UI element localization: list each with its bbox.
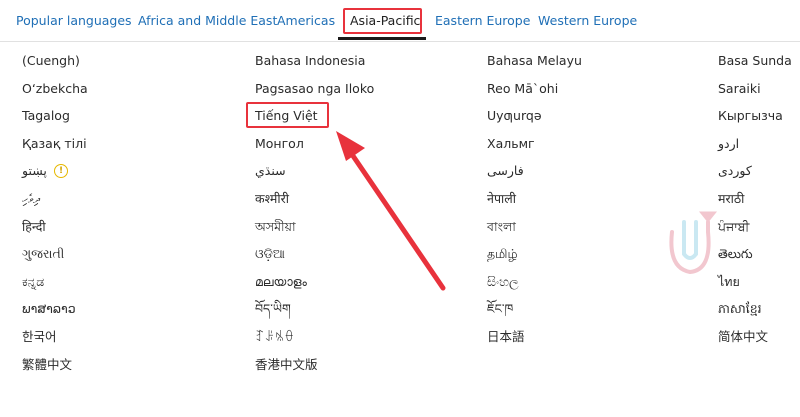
language-item[interactable]: کوردی bbox=[718, 163, 752, 179]
language-item[interactable]: සිංහල bbox=[487, 274, 519, 290]
language-item[interactable]: Reo Mā`ohi bbox=[487, 81, 558, 97]
language-item[interactable]: ភាសាខ្មែរ bbox=[718, 301, 762, 317]
language-item[interactable]: سنڌي bbox=[255, 163, 286, 179]
tab-asia-pacific[interactable]: Asia-Pacific bbox=[350, 13, 420, 29]
tab-africa-middle-east[interactable]: Africa and Middle East bbox=[138, 13, 277, 29]
language-item[interactable]: Saraiki bbox=[718, 81, 761, 97]
language-item[interactable]: Кыргызча bbox=[718, 108, 783, 124]
language-item[interactable]: Basa Sunda bbox=[718, 53, 792, 69]
language-item[interactable]: 日本語 bbox=[487, 329, 525, 345]
language-item[interactable]: 한국어 bbox=[22, 329, 57, 345]
language-item[interactable]: Bahasa Melayu bbox=[487, 53, 582, 69]
tab-americas[interactable]: Americas bbox=[277, 13, 335, 29]
language-item[interactable]: অসমীয়া bbox=[255, 219, 296, 235]
language-item[interactable]: ꆈꌠꁱꂷ bbox=[255, 329, 294, 345]
language-item[interactable]: Қазақ тілі bbox=[22, 136, 87, 152]
language-item[interactable]: हिन्दी bbox=[22, 219, 46, 235]
language-item[interactable]: বাংলা bbox=[487, 219, 516, 235]
language-item[interactable]: Хальмг bbox=[487, 136, 535, 152]
arrow-shaft bbox=[346, 147, 446, 291]
language-item[interactable]: اردو bbox=[718, 136, 739, 152]
language-item[interactable]: ଓଡ଼ିଆ bbox=[255, 246, 285, 262]
language-item[interactable]: (Cuengh) bbox=[22, 53, 80, 69]
language-item[interactable]: Uyƣurqə bbox=[487, 108, 542, 124]
language-item[interactable]: ಕನ್ನಡ bbox=[22, 274, 44, 290]
language-item[interactable]: 香港中文版 bbox=[255, 357, 318, 373]
language-item[interactable]: 繁體中文 bbox=[22, 357, 72, 373]
language-item[interactable]: O‘zbekcha bbox=[22, 81, 88, 97]
language-item[interactable]: कश्मीरी bbox=[255, 191, 289, 207]
language-item[interactable]: 简体中文 bbox=[718, 329, 768, 345]
language-item[interactable]: Tiếng Việt bbox=[255, 108, 318, 124]
language-item[interactable]: తెలుగు bbox=[718, 246, 753, 262]
language-item[interactable]: தமிழ் bbox=[487, 246, 518, 262]
language-item[interactable]: ພາສາລາວ bbox=[22, 301, 76, 317]
language-item[interactable]: Монгол bbox=[255, 136, 304, 152]
language-item[interactable]: नेपाली bbox=[487, 191, 516, 207]
tab-popular-languages[interactable]: Popular languages bbox=[16, 13, 132, 29]
active-tab-indicator bbox=[338, 37, 426, 40]
language-item[interactable]: བོད་ཡིག bbox=[255, 301, 291, 317]
language-item[interactable]: ਪੰਜਾਬੀ bbox=[718, 219, 749, 235]
language-item[interactable]: فارسی bbox=[487, 163, 524, 179]
language-region-tabs: Popular languages Africa and Middle East… bbox=[0, 0, 800, 42]
language-item[interactable]: پښتو bbox=[22, 163, 47, 179]
info-circle-icon[interactable]: ! bbox=[54, 164, 68, 179]
tab-eastern-europe[interactable]: Eastern Europe bbox=[435, 13, 530, 29]
language-item[interactable]: ગુજરાતી bbox=[22, 246, 64, 262]
language-item[interactable]: Bahasa Indonesia bbox=[255, 53, 365, 69]
language-item[interactable]: मराठी bbox=[718, 191, 744, 207]
language-item[interactable]: Tagalog bbox=[22, 108, 70, 124]
arrow-head bbox=[336, 131, 365, 161]
watermark-logo bbox=[669, 211, 718, 275]
annotation-arrow bbox=[336, 131, 446, 291]
language-item[interactable]: ไทย bbox=[718, 274, 740, 290]
language-item[interactable]: മലയാളം bbox=[255, 274, 307, 290]
language-item[interactable]: ދިވެހި bbox=[22, 191, 40, 207]
language-item[interactable]: Pagsasao nga Iloko bbox=[255, 81, 374, 97]
tab-western-europe[interactable]: Western Europe bbox=[538, 13, 637, 29]
language-item[interactable]: ཇོང་ཁ bbox=[487, 301, 513, 317]
